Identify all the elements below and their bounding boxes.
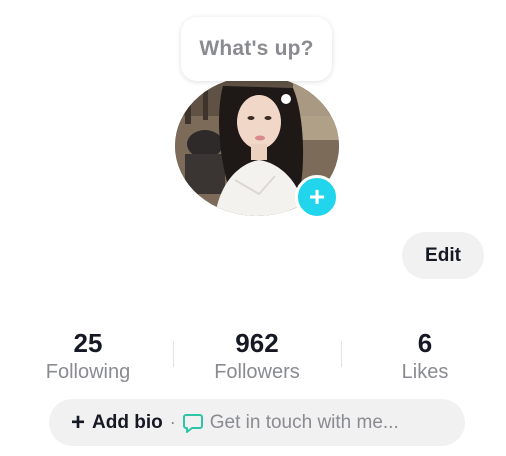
followers-label: Followers <box>214 361 300 383</box>
contact-button[interactable]: Get in touch with me... <box>210 412 399 434</box>
plus-icon[interactable]: + <box>71 410 85 435</box>
profile-stats: 25 Following 962 Followers 6 Likes <box>0 327 506 387</box>
note-bubble[interactable]: What's up? <box>181 17 332 81</box>
stat-followers[interactable]: 962 Followers <box>182 327 332 385</box>
edit-profile-button[interactable]: Edit <box>402 232 484 279</box>
following-count: 25 <box>73 328 103 358</box>
stat-likes[interactable]: 6 Likes <box>350 327 500 385</box>
plus-icon: + <box>308 181 326 212</box>
stat-divider <box>341 341 342 367</box>
bio-separator: · <box>169 412 176 432</box>
note-bubble-tail <box>281 94 291 104</box>
note-text: What's up? <box>199 37 314 60</box>
likes-count: 6 <box>417 328 433 358</box>
following-label: Following <box>45 361 131 383</box>
bio-bar: + Add bio · Get in touch with me... <box>49 399 465 446</box>
followers-count: 962 <box>235 328 279 358</box>
chat-bubble-icon <box>182 413 203 433</box>
add-bio-button[interactable]: Add bio <box>92 412 163 434</box>
likes-label: Likes <box>401 361 449 383</box>
stat-divider <box>173 341 174 367</box>
add-story-button[interactable]: + <box>295 175 339 219</box>
stat-following[interactable]: 25 Following <box>13 327 163 385</box>
